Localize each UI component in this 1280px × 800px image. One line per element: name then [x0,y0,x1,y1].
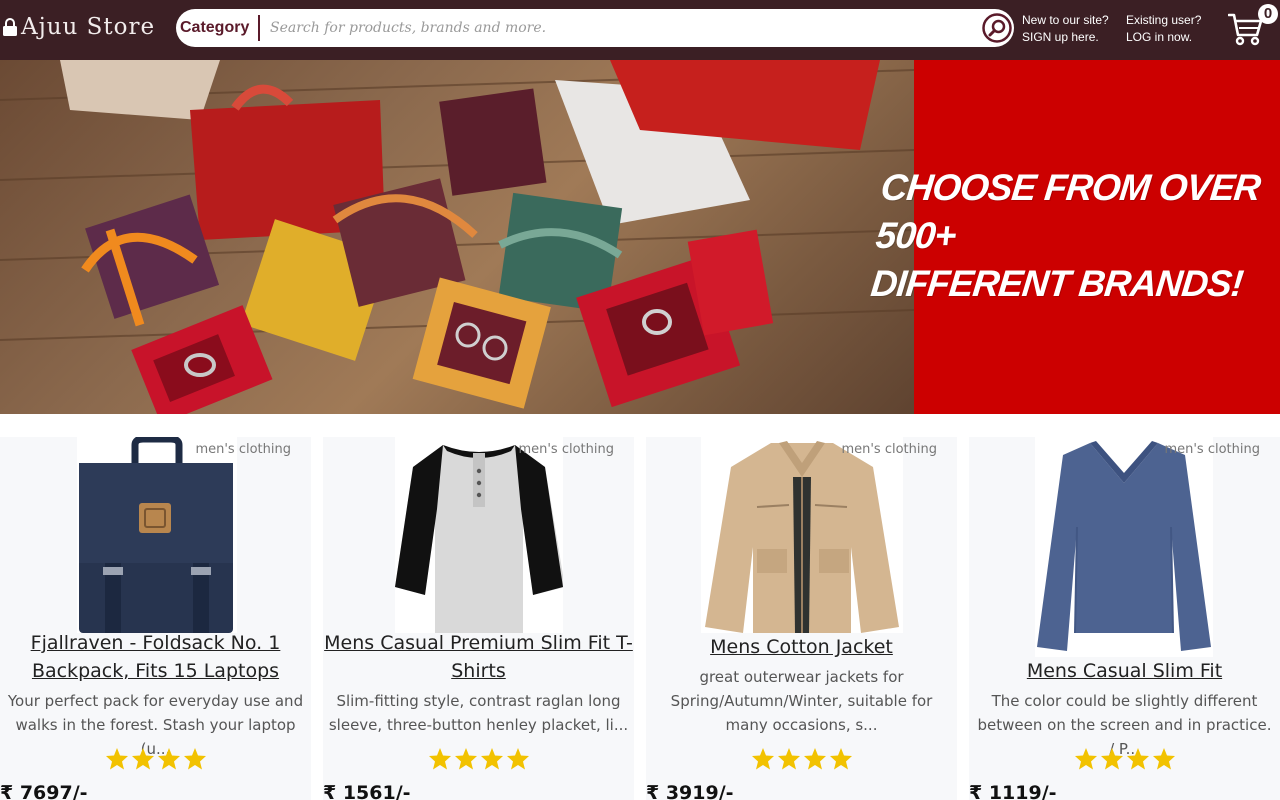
product-image[interactable] [77,437,237,633]
star-icon [803,748,826,770]
product-image[interactable] [395,437,565,633]
product-category: men's clothing [195,442,291,457]
banner-line-1: CHOOSE FROM OVER [878,167,1262,208]
backpack-image [79,437,233,633]
star-icon [105,748,128,770]
login-action: LOG in now. [1126,30,1193,44]
product-rating [323,747,634,771]
gift-boxes-illustration [0,60,915,414]
search-bar: Category [176,9,1014,47]
product-title[interactable]: Fjallraven - Foldsack No. 1 Backpack, Fi… [0,629,311,685]
product-image[interactable] [701,437,903,633]
star-icon [428,748,451,770]
product-title[interactable]: Mens Casual Slim Fit [969,657,1280,685]
top-navbar: Ajuu Store Category New to our site? SIG… [0,0,1280,60]
product-price: ₹ 3919/- [646,782,734,800]
slim-fit-shirt-image [1037,441,1211,651]
product-card[interactable]: men's clothing Mens Casual Premium Slim … [323,437,634,800]
product-card[interactable]: men's clothing Mens Cotton Jacket great … [646,437,957,800]
product-description: great outerwear jackets for Spring/Autum… [670,668,933,734]
product-rating [969,747,1280,771]
gift-boxes-photo [0,60,915,414]
brand-name: Ajuu Store [21,14,156,40]
product-description: Slim-fitting style, contrast raglan long… [328,692,629,734]
star-icon [1126,748,1149,770]
product-price: ₹ 1119/- [969,782,1057,800]
product-card[interactable]: men's clothing Fjallraven - Foldsack No.… [0,437,311,800]
product-category: men's clothing [841,442,937,457]
star-icon [1152,748,1175,770]
product-card[interactable]: men's clothing Mens Casual Slim Fit The … [969,437,1280,800]
cotton-jacket-image [705,441,899,633]
star-icon [454,748,477,770]
product-title[interactable]: Mens Casual Premium Slim Fit T-Shirts [323,629,634,685]
product-title[interactable]: Mens Cotton Jacket [646,633,957,661]
lock-icon [3,18,17,36]
product-grid: men's clothing Fjallraven - Foldsack No.… [0,437,1280,800]
product-category: men's clothing [518,442,614,457]
product-image[interactable] [1035,437,1213,657]
promo-banner[interactable]: CHOOSE FROM OVER 500+ DIFFERENT BRANDS! [0,60,1280,414]
raglan-tshirt-image [395,445,565,633]
signup-action: SIGN up here. [1022,30,1099,44]
search-button[interactable] [982,13,1012,43]
product-category: men's clothing [1164,442,1260,457]
star-icon [1100,748,1123,770]
star-icon [751,748,774,770]
login-prompt: Existing user? [1126,13,1202,27]
signup-prompt: New to our site? [1022,13,1109,27]
signup-link[interactable]: New to our site? SIGN up here. [1022,12,1109,46]
star-icon [183,748,206,770]
banner-line-2: 500+ [873,215,958,256]
star-icon [1074,748,1097,770]
star-icon [506,748,529,770]
product-price: ₹ 7697/- [0,782,88,800]
brand-logo[interactable]: Ajuu Store [2,12,155,42]
star-icon [157,748,180,770]
star-icon [131,748,154,770]
banner-line-3: DIFFERENT BRANDS! [868,263,1245,304]
category-dropdown[interactable]: Category [176,15,260,41]
star-icon [777,748,800,770]
cart-count-badge: 0 [1258,4,1278,24]
search-icon [982,13,1012,43]
star-icon [829,748,852,770]
product-rating [0,747,311,771]
search-input[interactable] [268,12,982,44]
product-price: ₹ 1561/- [323,782,411,800]
star-icon [480,748,503,770]
product-rating [646,747,957,771]
banner-headline: CHOOSE FROM OVER 500+ DIFFERENT BRANDS! [868,164,1280,308]
login-link[interactable]: Existing user? LOG in now. [1126,12,1201,46]
